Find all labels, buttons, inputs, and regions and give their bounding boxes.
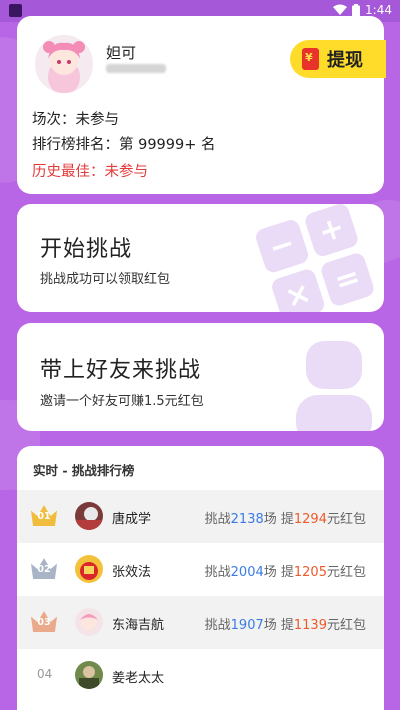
leaderboard-row[interactable]: 03 东海吉航 挑战1907场 提1139元红包 — [17, 596, 384, 649]
player-name: 东海吉航 — [112, 618, 165, 633]
challenge-count: 2138 — [230, 512, 264, 527]
player-stats: 挑战2138场 提1294元红包 — [204, 512, 366, 527]
leaderboard-row[interactable]: 02 张效法 挑战2004场 提1205元红包 — [17, 543, 384, 596]
sessions-stat: 场次：未参与 — [32, 112, 119, 128]
player-stats: 挑战2004场 提1205元红包 — [204, 565, 366, 580]
rank-number: 02 — [37, 564, 51, 575]
start-challenge-card[interactable]: 开始挑战 挑战成功可以领取红包 − + × = — [17, 204, 384, 312]
player-name: 唐成学 — [112, 512, 152, 527]
wifi-icon — [333, 4, 348, 15]
rank-number: 01 — [37, 511, 51, 522]
user-id-blurred — [106, 64, 166, 73]
start-challenge-title: 开始挑战 — [40, 237, 133, 262]
avatar — [75, 608, 103, 636]
withdraw-amount: 1139 — [293, 618, 327, 633]
withdraw-amount: 1294 — [293, 512, 327, 527]
rank-stat: 排行榜排名：第 99999+ 名 — [32, 137, 216, 153]
player-stats: 挑战1907场 提1139元红包 — [204, 618, 366, 633]
leaderboard-list: 01 唐成学 挑战2138场 提1294元红包 02 张效法 挑战2004场 提… — [17, 490, 384, 702]
friend-icon — [294, 341, 374, 431]
username: 妲可 — [106, 44, 137, 62]
leaderboard-card: 实时 - 挑战排行榜 01 唐成学 挑战2138场 提1294元红包 02 张效… — [17, 446, 384, 710]
avatar[interactable] — [35, 35, 93, 93]
avatar — [75, 502, 103, 530]
bronze-crown-icon: 03 — [31, 610, 57, 632]
leaderboard-row[interactable]: 01 唐成学 挑战2138场 提1294元红包 — [17, 490, 384, 543]
player-name: 姜老太太 — [112, 671, 165, 686]
leaderboard-title: 实时 - 挑战排行榜 — [33, 463, 135, 478]
gold-crown-icon: 01 — [31, 504, 57, 526]
withdraw-label: 提现 — [327, 50, 363, 71]
rank-number: 03 — [37, 617, 51, 628]
leaderboard-row[interactable]: 04 姜老太太 — [17, 649, 384, 702]
invite-friend-card[interactable]: 带上好友来挑战 邀请一个好友可赚1.5元红包 — [17, 323, 384, 431]
silver-crown-icon: 02 — [31, 557, 57, 579]
withdraw-button[interactable]: 提现 — [290, 40, 386, 78]
best-stat: 历史最佳：未参与 — [32, 164, 148, 180]
rank-number: 04 — [37, 667, 53, 681]
red-packet-icon — [302, 48, 319, 70]
withdraw-amount: 1205 — [293, 565, 327, 580]
avatar — [75, 661, 103, 689]
invite-friend-subtitle: 邀请一个好友可赚1.5元红包 — [40, 394, 204, 409]
start-challenge-subtitle: 挑战成功可以领取红包 — [40, 272, 171, 287]
avatar — [75, 555, 103, 583]
battery-icon — [352, 3, 361, 17]
challenge-count: 1907 — [230, 618, 264, 633]
app-notification-icon — [9, 4, 22, 17]
player-name: 张效法 — [112, 565, 152, 580]
challenge-count: 2004 — [230, 565, 264, 580]
profile-card: 妲可 提现 场次：未参与 排行榜排名：第 99999+ 名 历史最佳：未参与 — [17, 16, 386, 194]
calculator-icon: − + × = — [253, 204, 384, 312]
status-time: 1:44 — [365, 3, 392, 17]
invite-friend-title: 带上好友来挑战 — [40, 358, 202, 383]
